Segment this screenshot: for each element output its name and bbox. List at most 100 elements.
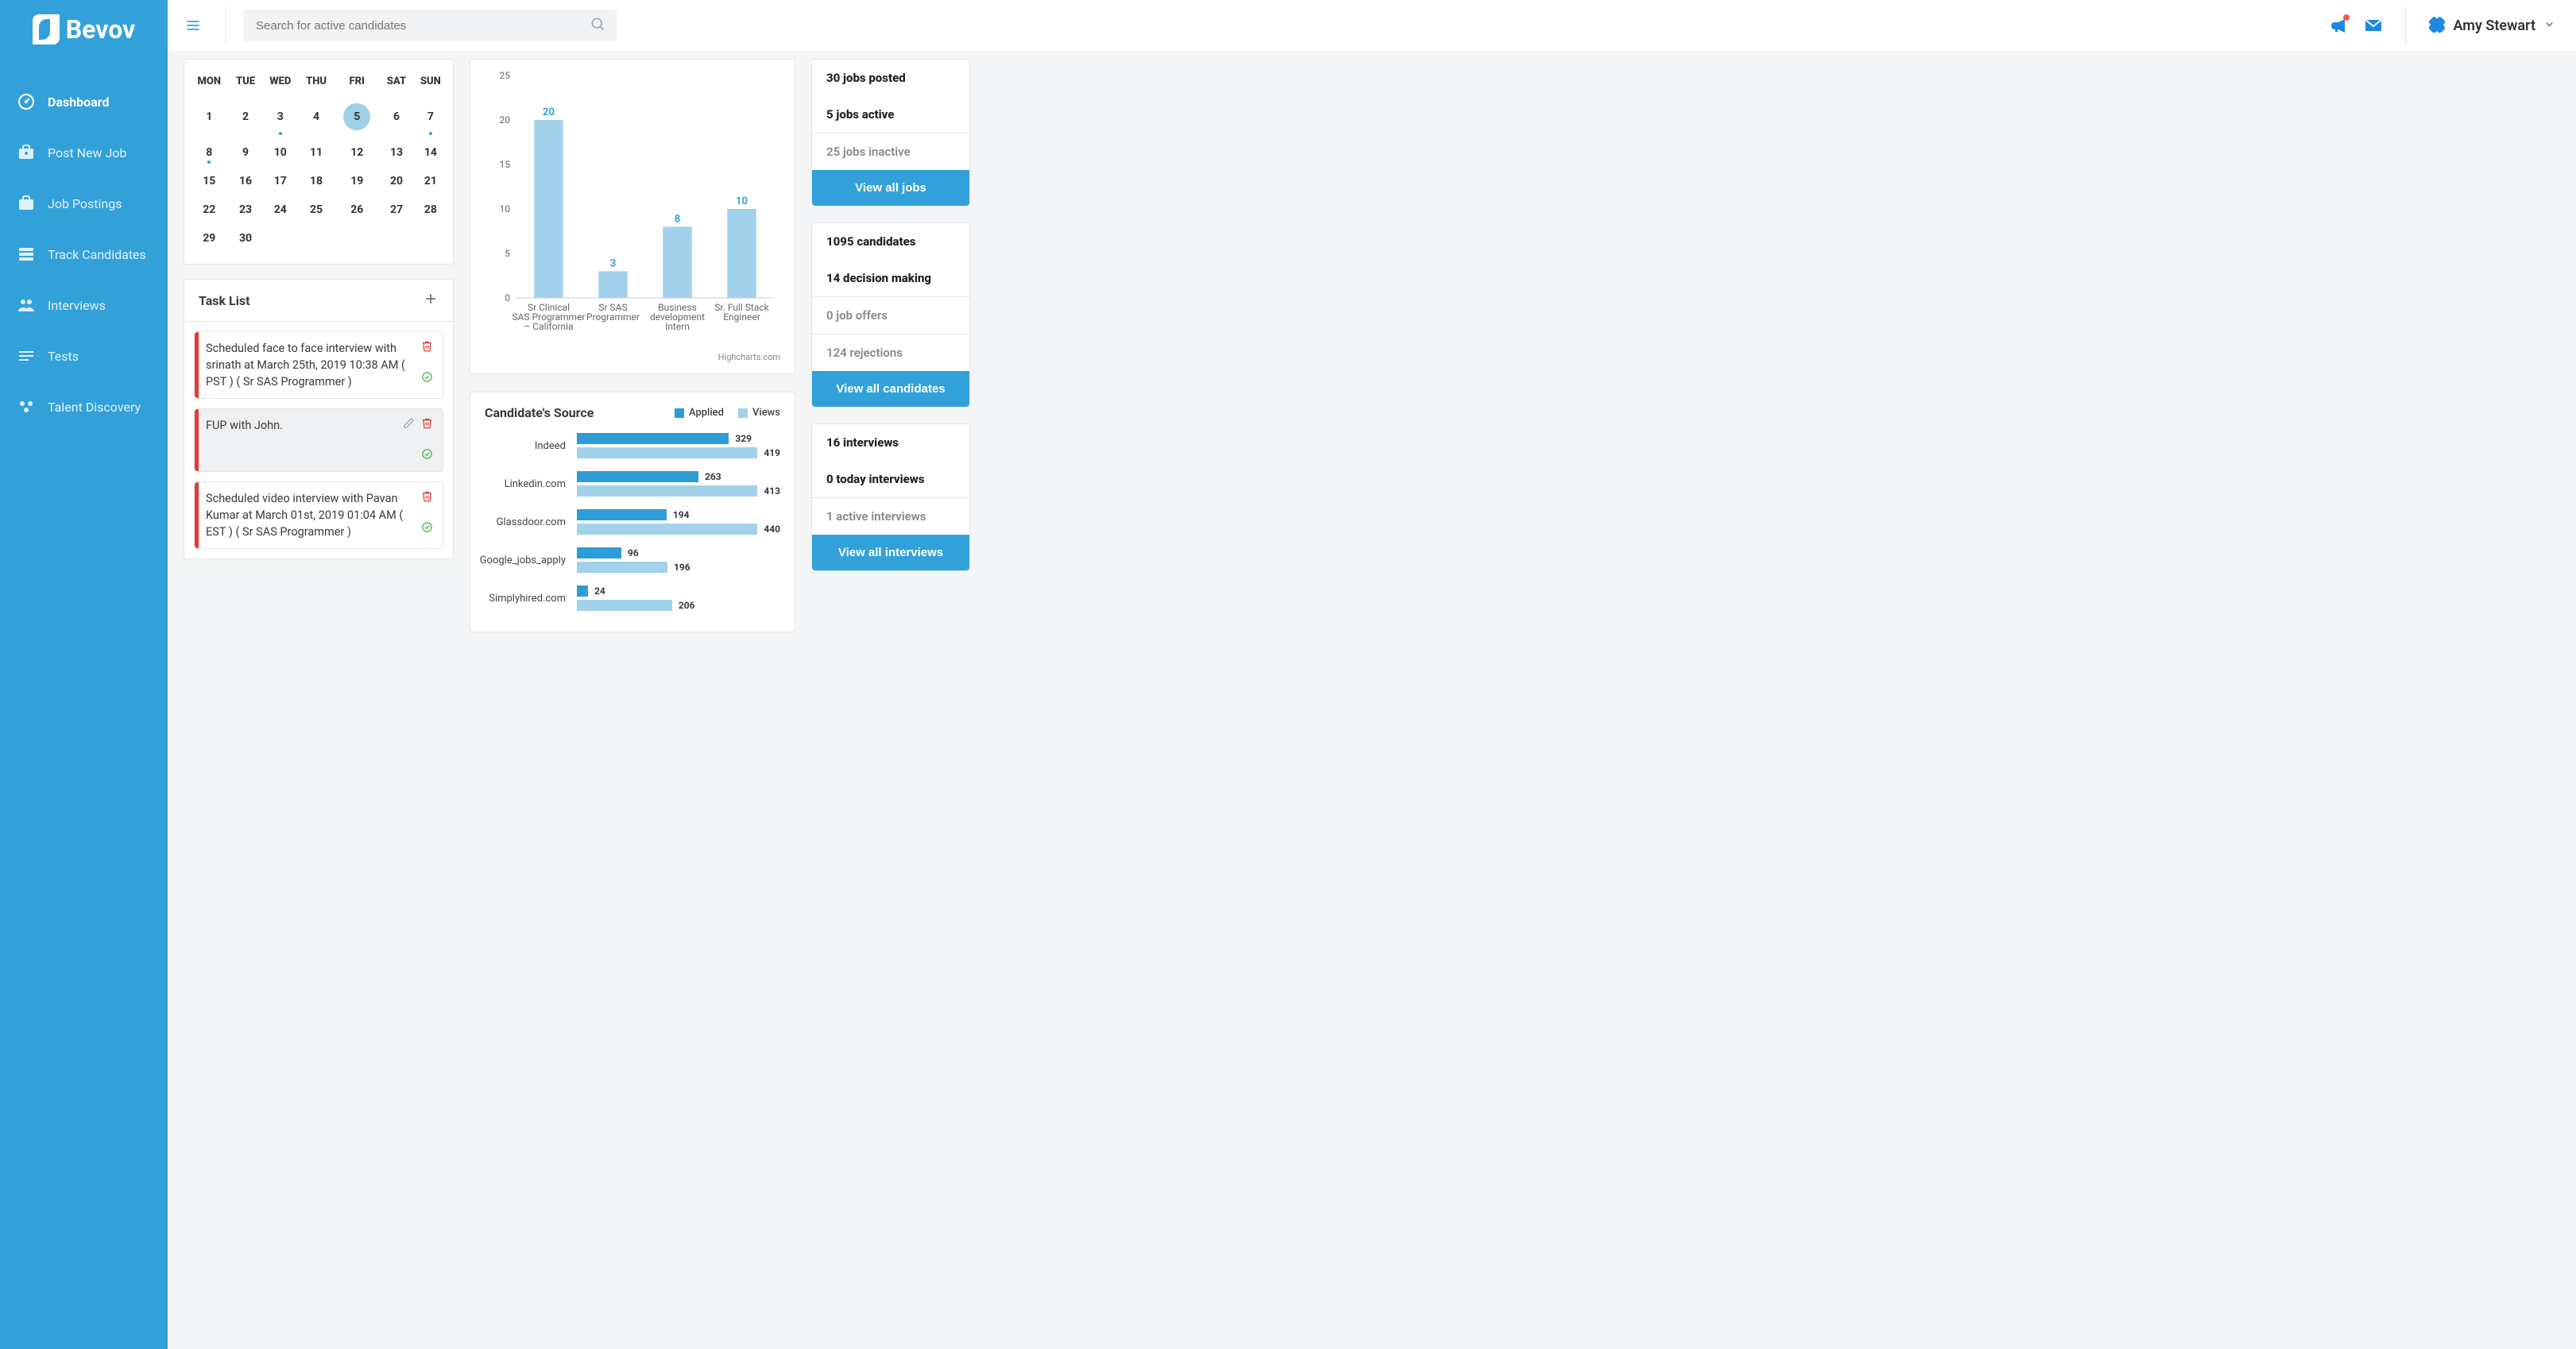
search-icon <box>590 16 605 35</box>
svg-text:15: 15 <box>500 159 511 170</box>
interviews-row: 1 active interviews <box>812 497 969 535</box>
candidates-row: 14 decision making <box>812 260 969 296</box>
sidebar-item-tests[interactable]: Tests <box>0 330 168 381</box>
interviews-headline: 16 interviews <box>812 424 969 461</box>
calendar-cell[interactable]: 1 <box>189 95 229 138</box>
sidebar-item-track-candidates[interactable]: Track Candidates <box>0 229 168 280</box>
calendar-cell[interactable]: 17 <box>262 167 299 195</box>
calendar-cell[interactable]: 26 <box>334 195 380 224</box>
hamburger-icon <box>185 17 201 33</box>
delete-task-button[interactable] <box>421 417 433 432</box>
view-all-candidates-button[interactable]: View all candidates <box>812 371 969 407</box>
add-task-button[interactable] <box>423 291 439 310</box>
calendar-cell[interactable]: 14 <box>413 138 448 167</box>
sidebar-item-talent-discovery[interactable]: Talent Discovery <box>0 381 168 432</box>
calendar-dow: SAT <box>380 68 412 95</box>
source-value: 329 <box>735 433 752 444</box>
calendar-cell[interactable]: 30 <box>229 224 261 253</box>
view-all-interviews-button[interactable]: View all interviews <box>812 535 969 570</box>
task-stripe <box>195 409 199 471</box>
task-item[interactable]: FUP with John. <box>194 408 443 472</box>
sidebar-item-label: Post New Job <box>48 145 126 160</box>
main: MONTUEWEDTHUFRISATSUN 123456789101112131… <box>168 0 1192 648</box>
edit-task-button[interactable] <box>403 417 415 432</box>
sidebar-item-interviews[interactable]: Interviews <box>0 280 168 330</box>
source-bar: 419 <box>577 447 780 458</box>
search-input[interactable] <box>254 18 590 33</box>
source-bar: 96 <box>577 547 780 559</box>
center-column: 051015202520Sr ClinicalSAS Programmer– C… <box>470 59 795 632</box>
task-stripe <box>195 482 199 548</box>
source-bar: 24 <box>577 586 780 597</box>
dashboard-icon <box>16 92 37 111</box>
calendar-cell[interactable]: 29 <box>189 224 229 253</box>
calendar-cell[interactable]: 19 <box>334 167 380 195</box>
calendar-cell[interactable]: 18 <box>299 167 334 195</box>
sidebar-item-label: Dashboard <box>48 95 109 110</box>
search-box[interactable] <box>243 10 617 41</box>
calendar-cell[interactable]: 20 <box>380 167 412 195</box>
jobs-stats: 30 jobs posted 5 jobs active25 jobs inac… <box>811 59 970 207</box>
logo[interactable]: Bevov <box>0 14 168 44</box>
sidebar-item-job-postings[interactable]: Job Postings <box>0 178 168 229</box>
task-item[interactable]: Scheduled face to face interview with sr… <box>194 331 443 399</box>
source-value: 440 <box>764 524 780 535</box>
calendar-cell[interactable]: 2 <box>229 95 261 138</box>
calendar-cell[interactable]: 24 <box>262 195 299 224</box>
calendar-cell[interactable]: 12 <box>334 138 380 167</box>
calendar-cell[interactable]: 15 <box>189 167 229 195</box>
svg-text:20: 20 <box>543 106 555 118</box>
task-tools <box>421 340 433 390</box>
announcements-button[interactable] <box>2329 16 2348 35</box>
logo-text: Bevov <box>66 14 136 44</box>
nav: Dashboard Post New Job Job Postings Track C… <box>0 76 168 432</box>
calendar-cell[interactable]: 5 <box>334 95 380 138</box>
calendar-cell[interactable]: 16 <box>229 167 261 195</box>
talent-discovery-icon <box>16 397 37 416</box>
sidebar-item-dashboard[interactable]: Dashboard <box>0 76 168 127</box>
calendar-cell[interactable]: 8 <box>189 138 229 167</box>
user-name: Amy Stewart <box>2454 17 2535 34</box>
calendar-cell[interactable]: 21 <box>413 167 448 195</box>
calendar-cell[interactable]: 11 <box>299 138 334 167</box>
task-list-title: Task List <box>199 293 250 308</box>
calendar-cell[interactable]: 4 <box>299 95 334 138</box>
source-label: Glassdoor.com <box>474 516 569 528</box>
interviews-icon <box>16 296 37 315</box>
jobs-row: 25 jobs inactive <box>812 133 969 170</box>
task-list: Task List Scheduled face to face intervi… <box>184 279 454 559</box>
mail-button[interactable] <box>2364 16 2383 35</box>
sidebar-item-label: Job Postings <box>48 196 122 211</box>
task-item[interactable]: Scheduled video interview with Pavan Kum… <box>194 481 443 549</box>
calendar-cell[interactable]: 3 <box>262 95 299 138</box>
calendar-cell[interactable]: 13 <box>380 138 412 167</box>
calendar-cell[interactable]: 23 <box>229 195 261 224</box>
task-text: Scheduled face to face interview with sr… <box>206 340 413 390</box>
task-list-header: Task List <box>184 280 453 322</box>
calendar-cell[interactable]: 7 <box>413 95 448 138</box>
calendar-cell[interactable]: 27 <box>380 195 412 224</box>
sidebar-item-label: Track Candidates <box>48 247 146 262</box>
user-menu[interactable]: Amy Stewart <box>2428 17 2555 34</box>
calendar-cell[interactable]: 25 <box>299 195 334 224</box>
source-bar: 263 <box>577 471 780 482</box>
calendar-table: MONTUEWEDTHUFRISATSUN 123456789101112131… <box>189 68 448 253</box>
calendar-cell[interactable]: 10 <box>262 138 299 167</box>
source-value: 413 <box>764 485 780 497</box>
svg-text:Programmer: Programmer <box>586 311 640 323</box>
calendar-cell[interactable]: 22 <box>189 195 229 224</box>
menu-toggle[interactable] <box>168 0 219 51</box>
view-all-jobs-button[interactable]: View all jobs <box>812 170 969 206</box>
sidebar-item-label: Talent Discovery <box>48 400 141 415</box>
sidebar-item-post-new-job[interactable]: Post New Job <box>0 127 168 178</box>
source-value: 263 <box>705 471 721 482</box>
delete-task-button[interactable] <box>421 490 433 505</box>
calendar-cell[interactable]: 28 <box>413 195 448 224</box>
source-bars: 24206 <box>577 586 780 611</box>
topbar-right: Amy Stewart <box>2329 6 2576 44</box>
source-row: Linkedin.com263413 <box>474 471 795 497</box>
calendar-cell[interactable]: 9 <box>229 138 261 167</box>
delete-task-button[interactable] <box>421 340 433 355</box>
calendar-cell[interactable]: 6 <box>380 95 412 138</box>
source-bar: 413 <box>577 485 780 497</box>
